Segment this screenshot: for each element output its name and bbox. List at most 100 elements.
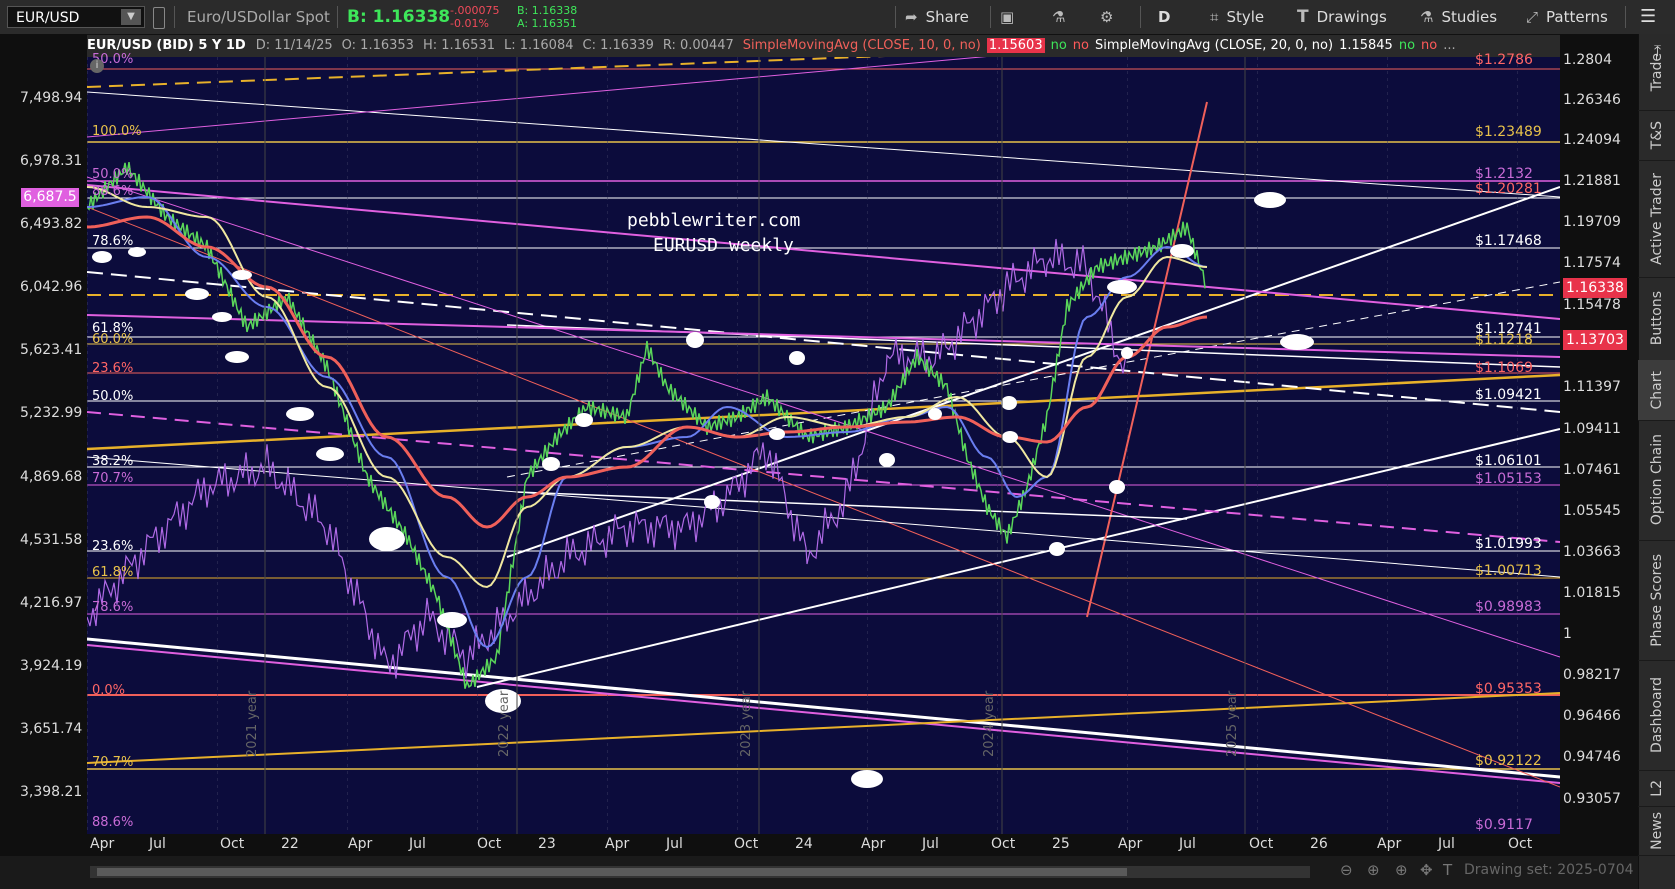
sidebar-tab-label: T&S — [1648, 120, 1665, 150]
time-axis[interactable] — [87, 834, 1560, 856]
text-icon[interactable]: T — [1443, 861, 1452, 879]
year-label: 2022 year — [497, 690, 512, 757]
time-axis-label: Apr — [348, 836, 373, 852]
flask-button[interactable]: ⚗ — [1052, 0, 1073, 34]
fib-level-label: 60.0% — [92, 332, 134, 347]
left-axis-label: 4,869.68 — [20, 469, 83, 485]
sidebar-tab-phase-scores[interactable]: Phase Scores — [1638, 540, 1675, 661]
fib-level-label: 88.6% — [92, 815, 134, 830]
timeframe-button[interactable]: D — [1158, 0, 1170, 34]
chart-info-bar: EUR/USD (BID) 5 Y 1D D: 11/14/25 O: 1.1635… — [87, 35, 1560, 57]
sidebar-tab-trade[interactable]: Trade — [1638, 34, 1675, 111]
year-label: 2023 year — [739, 690, 754, 757]
price-level-label: $1.17468 — [1475, 233, 1542, 249]
drawings-button[interactable]: T Drawings — [1297, 0, 1387, 34]
settings-button[interactable]: ⚙ — [1100, 0, 1121, 34]
studies-button[interactable]: ⚗ Studies — [1420, 0, 1497, 34]
scrollbar-thumb[interactable] — [97, 868, 1127, 876]
sma1-label[interactable]: SimpleMovingAvg (CLOSE, 10, 0, no) — [743, 38, 981, 53]
price-level-label: $1.2786 — [1475, 52, 1533, 68]
fib-level-label: 50.0% — [92, 389, 134, 404]
change-abs: -.000075 — [450, 4, 500, 17]
share-label: Share — [925, 8, 969, 26]
sidebar-tab-l2[interactable]: L2 — [1638, 770, 1675, 807]
sma2-flag2: no — [1421, 38, 1438, 53]
time-scrollbar[interactable] — [90, 866, 1310, 878]
left-axis-label: 3,924.19 — [20, 658, 83, 674]
price-badge: 1.13703 — [1563, 330, 1627, 350]
style-label: Style — [1226, 8, 1265, 26]
change-pct: -0.01% — [450, 17, 489, 30]
sidebar-tab-chart[interactable]: Chart — [1638, 360, 1675, 421]
sidebar-tab-label: News — [1648, 811, 1665, 850]
sidebar-tab-label: Dashboard — [1648, 677, 1665, 753]
left-axis-label: 3,398.21 — [20, 784, 83, 800]
right-axis-label: 1.01815 — [1563, 585, 1621, 601]
time-axis-label: Jul — [1438, 836, 1455, 852]
right-price-axis[interactable] — [1560, 34, 1638, 856]
sidebar-tab-dashboard[interactable]: Dashboard — [1638, 660, 1675, 771]
chevron-down-icon[interactable]: ▼ — [121, 9, 141, 25]
time-axis-label: 26 — [1310, 836, 1328, 852]
time-axis-label: Apr — [861, 836, 886, 852]
ask-small: A: 1.16351 — [517, 17, 578, 30]
info-icon[interactable]: i — [90, 59, 104, 73]
right-axis-label: 1.05545 — [1563, 503, 1621, 519]
ohlc-date: D: 11/14/25 — [255, 38, 333, 53]
bid-price: B: 1.16338 — [347, 7, 451, 27]
crosshair-icon[interactable]: ⊕ — [1395, 861, 1408, 879]
chart-drawing-canvas — [86, 46, 1561, 834]
top-toolbar: EUR/USD ▼ Euro/USDollar Spot B: 1.16338 … — [0, 0, 1675, 35]
sma1-flag: no — [1050, 38, 1067, 53]
sidebar-tab-buttons[interactable]: Buttons — [1638, 277, 1675, 361]
symbol-text: EUR/USD — [16, 10, 80, 26]
ohlc-low: L: 1.16084 — [503, 38, 574, 53]
symbol-description: Euro/USDollar Spot — [187, 8, 330, 26]
right-axis-label: 1.21881 — [1563, 173, 1621, 189]
link-icon[interactable] — [153, 7, 165, 29]
fib-level-label: 23.6% — [92, 539, 134, 554]
pan-icon[interactable]: ✥ — [1420, 861, 1433, 879]
chart-symbol-period: EUR/USD (BID) 5 Y 1D — [87, 38, 246, 53]
right-axis-label: 1.15478 — [1563, 297, 1621, 313]
price-level-label: $1.05153 — [1475, 471, 1542, 487]
style-button[interactable]: ⌗ Style — [1210, 0, 1264, 34]
sma2-label[interactable]: SimpleMovingAvg (CLOSE, 20, 0, no) — [1095, 38, 1333, 53]
left-axis-marker: 6,687.5 — [21, 188, 79, 207]
menu-button[interactable]: ☰ — [1640, 0, 1656, 34]
alert-button[interactable]: ▣ — [1000, 0, 1022, 34]
watermark-line1: pebblewriter.com — [627, 210, 801, 231]
symbol-selector[interactable]: EUR/USD ▼ — [7, 6, 145, 28]
price-level-label: $1.23489 — [1475, 124, 1542, 140]
info-more[interactable]: ... — [1443, 38, 1455, 53]
sidebar-tab-option-chain[interactable]: Option Chain — [1638, 420, 1675, 541]
price-level-label: $1.01993 — [1475, 536, 1542, 552]
share-button[interactable]: ➦ Share — [905, 0, 969, 34]
studies-label: Studies — [1441, 8, 1498, 26]
zoom-in-icon[interactable]: ⊕ — [1367, 861, 1380, 879]
divider — [1140, 6, 1141, 28]
divider — [990, 6, 991, 28]
gear-icon: ⚙ — [1100, 8, 1114, 26]
price-level-label: $0.95353 — [1475, 681, 1542, 697]
right-axis-label: 1.24094 — [1563, 132, 1621, 148]
sidebar-tab-label: Buttons — [1648, 291, 1665, 346]
time-axis-label: 23 — [538, 836, 556, 852]
sma2-value: 1.15845 — [1339, 38, 1393, 53]
right-axis-label: 1.19709 — [1563, 214, 1621, 230]
patterns-icon: ⤢ — [1526, 8, 1539, 26]
sidebar-tab-t-s[interactable]: T&S — [1638, 110, 1675, 161]
sidebar-tab-active-trader[interactable]: Active Trader — [1638, 160, 1675, 278]
sidebar-tab-news[interactable]: News — [1638, 806, 1675, 856]
chart-plot-area[interactable]: pebblewriter.com EURUSD weekly 2021 year… — [86, 46, 1561, 834]
right-axis-label: 1.09411 — [1563, 421, 1621, 437]
menu-icon: ☰ — [1640, 6, 1657, 27]
drawing-set-label[interactable]: Drawing set: 2025-0704 — [1464, 862, 1634, 878]
patterns-label: Patterns — [1546, 8, 1608, 26]
sidebar-tab-label: Phase Scores — [1648, 553, 1665, 647]
flask-studies-icon: ⚗ — [1420, 8, 1434, 26]
share-icon: ➦ — [905, 8, 918, 26]
zoom-out-icon[interactable]: ⊖ — [1340, 861, 1353, 879]
patterns-button[interactable]: ⤢ Patterns — [1526, 0, 1608, 34]
time-axis-label: Jul — [409, 836, 426, 852]
